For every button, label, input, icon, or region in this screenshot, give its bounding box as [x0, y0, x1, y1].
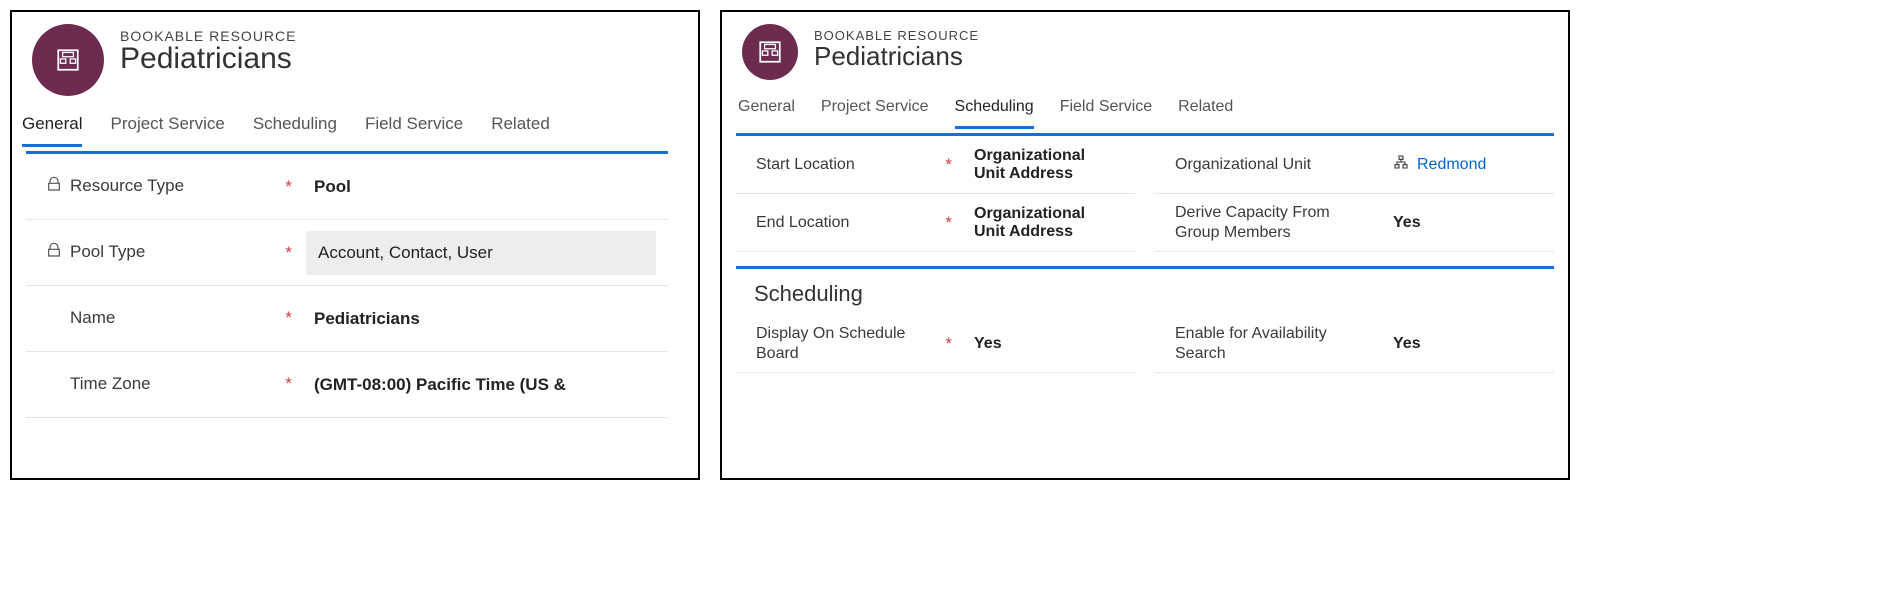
field-end-location[interactable]: End Location * Organizational Unit Addre… [736, 194, 1135, 252]
field-pool-type[interactable]: Pool Type * Account, Contact, User [26, 220, 668, 286]
field-label: Enable for Availability Search [1175, 324, 1356, 362]
page-title: Pediatricians [814, 41, 979, 72]
tab-scheduling[interactable]: Scheduling [253, 114, 337, 147]
field-label: End Location [756, 213, 849, 232]
field-label: Derive Capacity From Group Members [1175, 203, 1356, 241]
field-label: Organizational Unit [1175, 155, 1311, 174]
field-display-schedule-board[interactable]: Display On Schedule Board * Yes [736, 315, 1135, 373]
entity-avatar [32, 24, 104, 96]
field-resource-type[interactable]: Resource Type * Pool [26, 154, 668, 220]
field-value[interactable]: Account, Contact, User [306, 231, 656, 275]
field-availability-search[interactable]: Enable for Availability Search * Yes [1155, 315, 1554, 373]
tablist: General Project Service Scheduling Field… [12, 96, 698, 147]
field-value[interactable]: Pool [306, 171, 656, 203]
required-star: * [285, 177, 292, 197]
section-title: Scheduling [736, 269, 1554, 315]
scheduling-location-section: Start Location * Organizational Unit Add… [736, 133, 1554, 252]
header-text: BOOKABLE RESOURCE Pediatricians [120, 24, 297, 76]
field-value[interactable]: Pediatricians [306, 303, 656, 335]
tab-project-service[interactable]: Project Service [821, 98, 929, 129]
entity-icon [55, 47, 81, 73]
org-unit-link[interactable]: Redmond [1385, 148, 1542, 181]
tab-general[interactable]: General [22, 114, 82, 147]
tablist: General Project Service Scheduling Field… [722, 80, 1568, 129]
field-label: Time Zone [70, 374, 151, 394]
required-star: * [285, 374, 292, 394]
org-unit-value: Redmond [1417, 156, 1486, 174]
field-time-zone[interactable]: Time Zone * (GMT-08:00) Pacific Time (US… [26, 352, 668, 418]
field-value[interactable]: Yes [1385, 329, 1542, 359]
tab-general[interactable]: General [738, 98, 795, 129]
entity-avatar [742, 24, 798, 80]
field-start-location[interactable]: Start Location * Organizational Unit Add… [736, 136, 1135, 194]
field-label: Resource Type [70, 176, 184, 196]
field-value[interactable]: Yes [966, 329, 1123, 359]
tab-related[interactable]: Related [491, 114, 550, 147]
field-value[interactable]: Organizational Unit Address [966, 199, 1123, 247]
required-star: * [945, 213, 952, 233]
field-name[interactable]: Name * Pediatricians [26, 286, 668, 352]
field-label: Display On Schedule Board [756, 324, 937, 362]
field-org-unit[interactable]: Organizational Unit * Redmond [1155, 136, 1554, 194]
general-section: Resource Type * Pool Pool Type * Account… [26, 151, 668, 418]
tab-field-service[interactable]: Field Service [365, 114, 463, 147]
field-label: Start Location [756, 155, 855, 174]
field-label: Pool Type [70, 242, 145, 262]
field-value[interactable]: (GMT-08:00) Pacific Time (US & [306, 369, 656, 401]
field-label: Name [70, 308, 115, 328]
tab-project-service[interactable]: Project Service [110, 114, 224, 147]
field-derive-capacity[interactable]: Derive Capacity From Group Members * Yes [1155, 194, 1554, 252]
tab-related[interactable]: Related [1178, 98, 1233, 129]
field-value[interactable]: Organizational Unit Address [966, 141, 1123, 189]
form-header: BOOKABLE RESOURCE Pediatricians [722, 12, 1568, 80]
required-star: * [285, 308, 292, 328]
header-text: BOOKABLE RESOURCE Pediatricians [814, 24, 979, 72]
form-header: BOOKABLE RESOURCE Pediatricians [12, 12, 698, 96]
field-value[interactable]: Yes [1385, 208, 1542, 238]
org-unit-icon [1393, 154, 1409, 175]
tab-field-service[interactable]: Field Service [1060, 98, 1152, 129]
lock-icon [46, 242, 62, 263]
form-panel-general: BOOKABLE RESOURCE Pediatricians General … [10, 10, 700, 480]
required-star: * [945, 155, 952, 175]
required-star: * [285, 243, 292, 263]
form-panel-scheduling: BOOKABLE RESOURCE Pediatricians General … [720, 10, 1570, 480]
page-title: Pediatricians [120, 42, 297, 76]
required-star: * [945, 334, 952, 354]
entity-icon [757, 39, 783, 65]
tab-scheduling[interactable]: Scheduling [955, 98, 1034, 129]
scheduling-settings-section: Scheduling Display On Schedule Board * Y… [736, 266, 1554, 373]
lock-icon [46, 176, 62, 197]
